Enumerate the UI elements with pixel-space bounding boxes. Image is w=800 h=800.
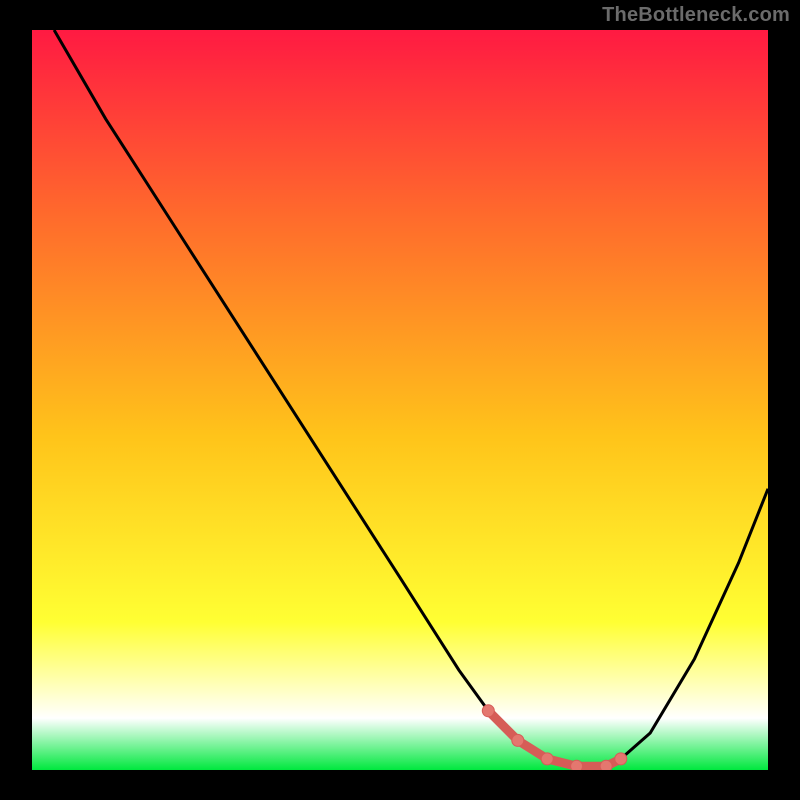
plot-area xyxy=(32,30,768,770)
attribution-text: TheBottleneck.com xyxy=(602,4,790,27)
marker-dot xyxy=(600,760,612,770)
chart-frame: TheBottleneck.com xyxy=(0,0,800,800)
marker-dot xyxy=(512,734,524,746)
gradient-background xyxy=(32,30,768,770)
marker-dot xyxy=(615,753,627,765)
chart-svg xyxy=(32,30,768,770)
marker-dot xyxy=(541,753,553,765)
marker-dot xyxy=(482,705,494,717)
marker-dot xyxy=(571,760,583,770)
